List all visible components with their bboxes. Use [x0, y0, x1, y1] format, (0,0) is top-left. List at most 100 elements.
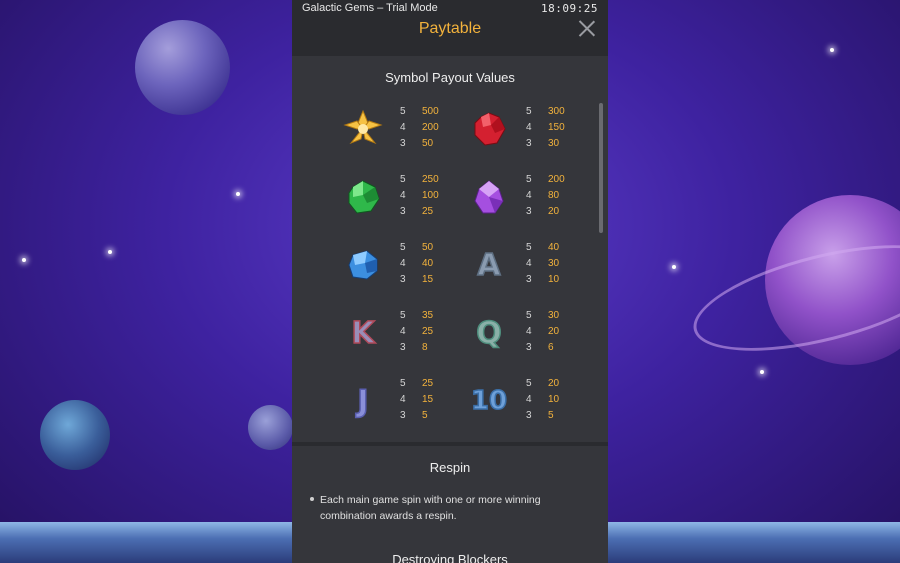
match-counts: 5 4 3 — [526, 172, 532, 220]
planet-decoration — [248, 405, 293, 450]
match-counts: 5 4 3 — [400, 376, 406, 424]
match-count: 4 — [400, 190, 406, 201]
match-counts: 5 4 3 — [526, 376, 532, 424]
payout-value: 6 — [548, 342, 554, 353]
match-count: 5 — [400, 242, 406, 253]
match-count: 5 — [526, 174, 532, 185]
bullet-dot — [310, 497, 314, 501]
match-count: 3 — [400, 274, 406, 285]
match-count: 3 — [526, 342, 532, 353]
payout-value: 300 — [548, 106, 565, 117]
payout-value: 200 — [548, 174, 565, 185]
match-count: 5 — [526, 106, 532, 117]
payout-value: 150 — [548, 122, 565, 133]
payout-value: 30 — [548, 310, 560, 321]
star-decoration — [760, 370, 764, 374]
symbol-row: J 5 4 3 25 15 5 10 5 4 3 20 10 5 — [292, 376, 608, 428]
match-count: 3 — [400, 410, 406, 421]
match-count: 4 — [400, 326, 406, 337]
symbol-payout-cell: 10 5 4 3 20 10 5 — [418, 376, 576, 428]
match-count: 3 — [400, 206, 406, 217]
symbol-row: 5 4 3 50 40 15 A 5 4 3 40 30 10 — [292, 240, 608, 292]
match-count: 3 — [526, 274, 532, 285]
symbol-row: K 5 4 3 35 25 8 Q 5 4 3 30 20 6 — [292, 308, 608, 360]
match-count: 4 — [400, 258, 406, 269]
payout-value: 20 — [548, 378, 560, 389]
symbol-payout-cell: Q 5 4 3 30 20 6 — [418, 308, 576, 360]
symbol-glyph: 10 — [470, 385, 508, 417]
letter-a-icon: A — [466, 242, 512, 288]
match-count: 5 — [400, 310, 406, 321]
payout-values: 200 80 20 — [548, 172, 565, 220]
match-count: 3 — [400, 342, 406, 353]
match-count: 5 — [526, 378, 532, 389]
modal-title: Paytable — [418, 20, 482, 37]
match-count: 4 — [526, 190, 532, 201]
match-counts: 5 4 3 — [526, 104, 532, 152]
match-count: 3 — [526, 138, 532, 149]
match-count: 3 — [526, 410, 532, 421]
blue-gem-icon — [340, 242, 386, 288]
star-decoration — [236, 192, 240, 196]
match-counts: 5 4 3 — [400, 104, 406, 152]
match-count: 5 — [400, 174, 406, 185]
paytable-content[interactable]: Symbol Payout Values 5 4 3 500 200 50 5 4 3 300 15… — [292, 56, 608, 563]
payout-value: 10 — [548, 394, 560, 405]
section-divider — [292, 442, 608, 446]
symbol-payout-cell: A 5 4 3 40 30 10 — [418, 240, 576, 292]
number-10-icon: 10 — [466, 378, 512, 424]
match-count: 4 — [526, 394, 532, 405]
red-gem-icon — [466, 106, 512, 152]
section-title-payout: Symbol Payout Values — [385, 70, 515, 85]
symbol-glyph: A — [477, 247, 502, 284]
status-bar: Galactic Gems – Trial Mode 18:09:25 — [292, 0, 608, 16]
match-counts: 5 4 3 — [400, 240, 406, 288]
symbol-glyph: K — [351, 315, 376, 352]
match-count: 4 — [526, 326, 532, 337]
payout-values: 40 30 10 — [548, 240, 559, 288]
app-title: Galactic Gems – Trial Mode — [302, 2, 438, 14]
match-count: 5 — [400, 378, 406, 389]
match-count: 4 — [400, 122, 406, 133]
letter-j-icon: J — [340, 378, 386, 424]
match-count: 4 — [400, 394, 406, 405]
section-title-blockers: Destroying Blockers — [392, 552, 508, 563]
symbol-payout-cell: 5 4 3 300 150 30 — [418, 104, 576, 156]
section-title-respin: Respin — [429, 460, 471, 475]
game-frame-decoration — [608, 522, 900, 563]
star-decoration — [108, 250, 112, 254]
close-icon[interactable] — [578, 19, 596, 37]
star-decoration — [672, 265, 676, 269]
match-count: 5 — [526, 242, 532, 253]
payout-values: 20 10 5 — [548, 376, 559, 424]
payout-values: 30 20 6 — [548, 308, 559, 356]
symbol-row: 5 4 3 250 100 25 5 4 3 200 80 20 — [292, 172, 608, 224]
respin-bullet-text: Each main game spin with one or more win… — [320, 494, 541, 522]
purple-gem-icon — [466, 174, 512, 220]
match-count: 3 — [526, 206, 532, 217]
match-counts: 5 4 3 — [400, 172, 406, 220]
payout-value: 30 — [548, 258, 560, 269]
payout-values: 300 150 30 — [548, 104, 565, 152]
payout-value: 20 — [548, 326, 560, 337]
planet-decoration — [135, 20, 230, 115]
letter-q-icon: Q — [466, 310, 512, 356]
payout-value: 40 — [548, 242, 560, 253]
match-count: 5 — [400, 106, 406, 117]
symbol-payout-cell: 5 4 3 200 80 20 — [418, 172, 576, 224]
gold-gem-icon — [340, 106, 386, 152]
match-count: 3 — [400, 138, 406, 149]
letter-k-icon: K — [340, 310, 386, 356]
modal-header: Paytable — [292, 16, 608, 56]
match-count: 4 — [526, 122, 532, 133]
payout-value: 10 — [548, 274, 560, 285]
scrollbar[interactable] — [599, 103, 603, 233]
payout-value: 80 — [548, 190, 560, 201]
payout-value: 20 — [548, 206, 560, 217]
star-decoration — [830, 48, 834, 52]
clock: 18:09:25 — [541, 2, 598, 15]
payout-value: 30 — [548, 138, 560, 149]
symbol-row: 5 4 3 500 200 50 5 4 3 300 150 30 — [292, 104, 608, 156]
star-decoration — [22, 258, 26, 262]
match-counts: 5 4 3 — [400, 308, 406, 356]
